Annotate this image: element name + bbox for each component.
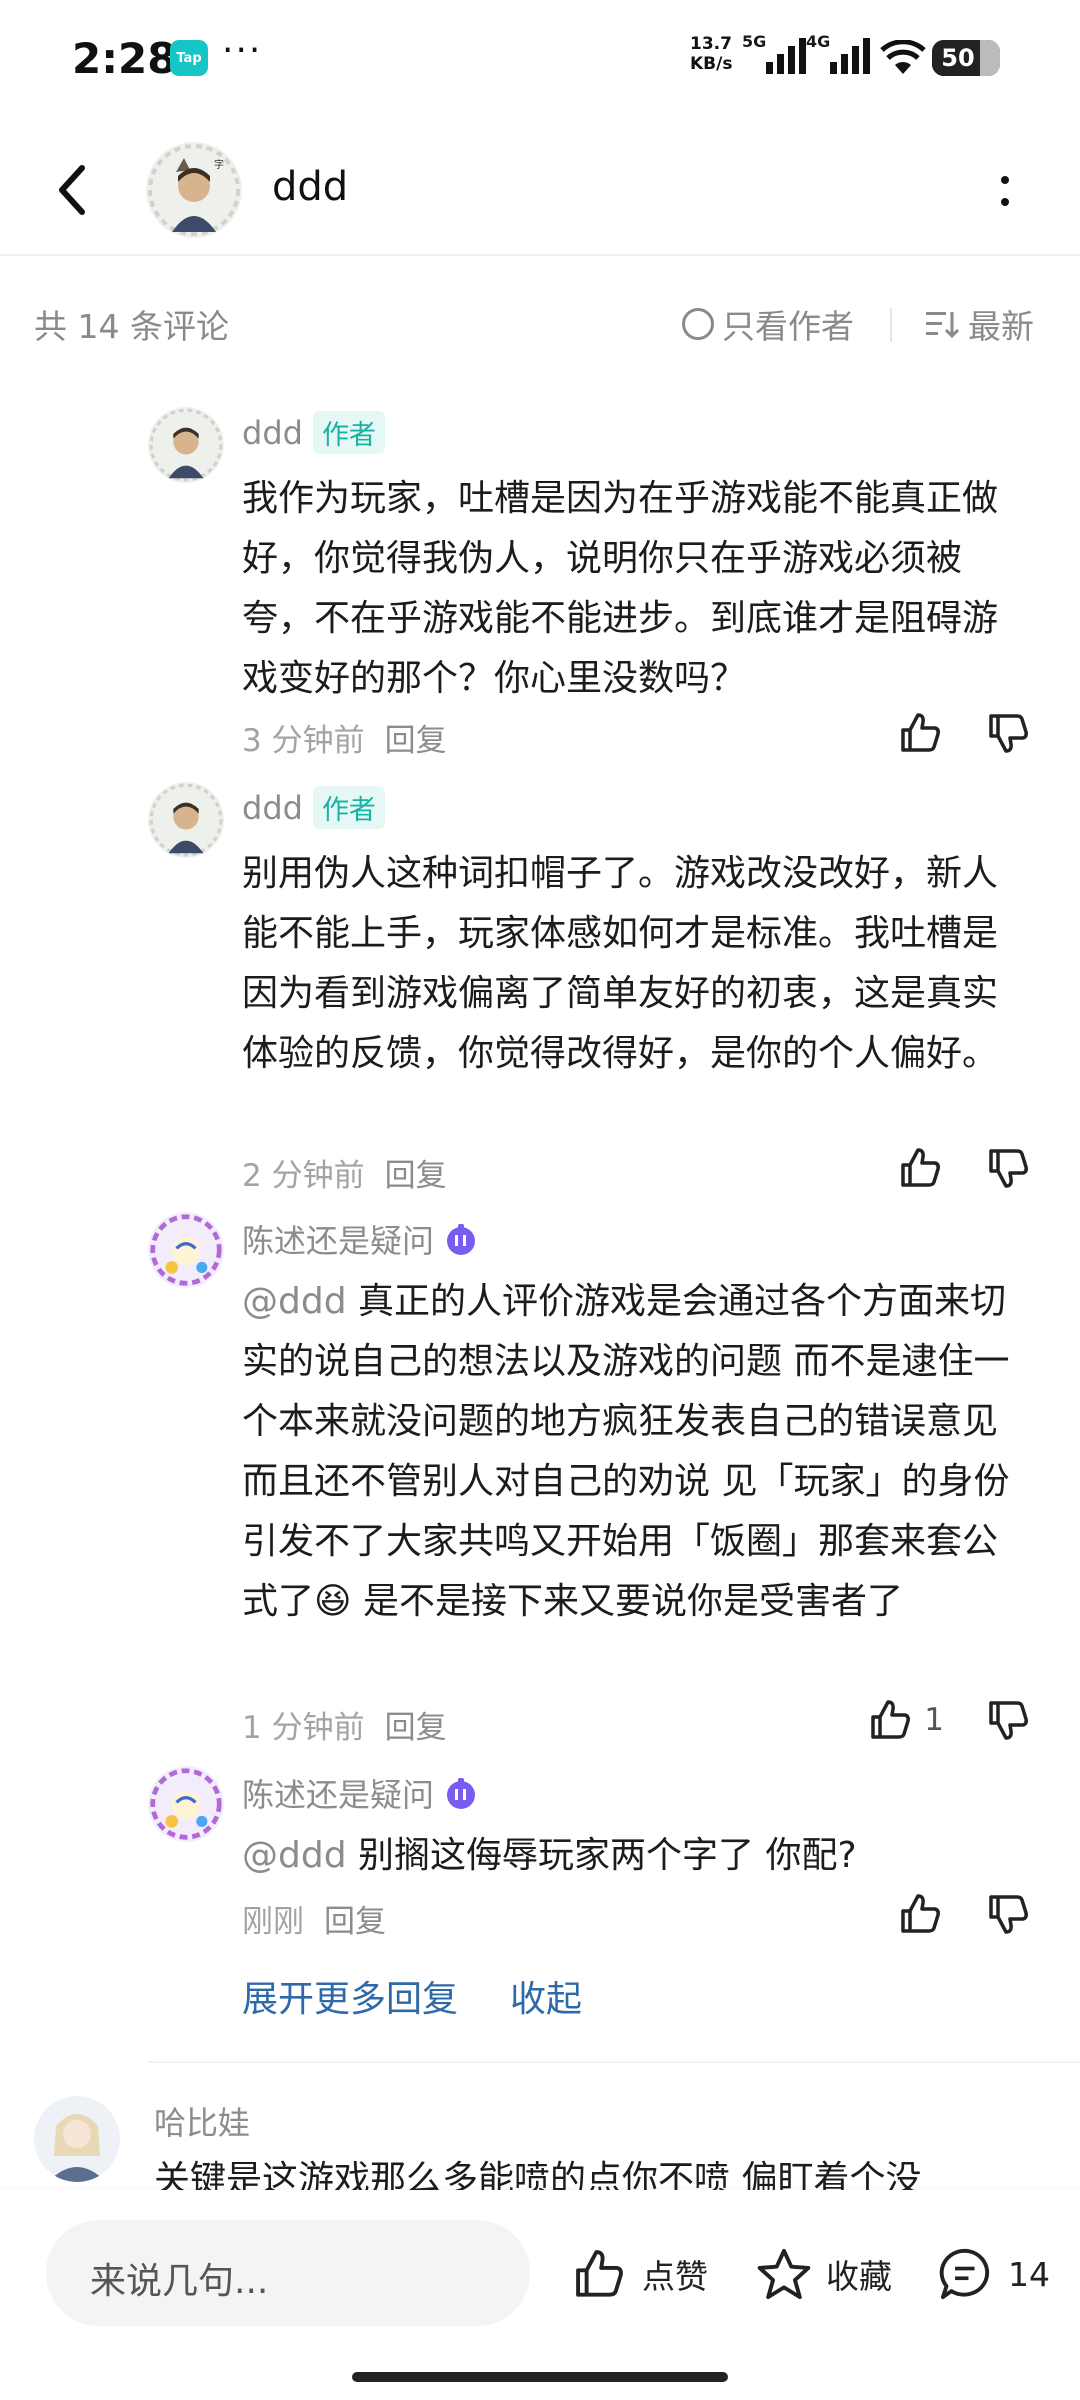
- comments-button[interactable]: 14: [936, 2246, 1050, 2302]
- reply-actions: [898, 1145, 1032, 1191]
- reply-text: @ddd 别搁这侮辱玩家两个字了 你配?: [242, 1826, 1032, 1886]
- comment-input-placeholder: 来说几句...: [90, 2261, 269, 2302]
- author-avatar[interactable]: 字: [146, 142, 242, 238]
- like-button[interactable]: 点赞: [570, 2246, 708, 2302]
- reply-text: @ddd 真正的人评价游戏是会通过各个方面来切实的说自己的想法以及游戏的问题 而…: [242, 1272, 1032, 1632]
- more-vertical-icon[interactable]: [990, 170, 1020, 214]
- only-author-toggle[interactable]: 只看作者: [682, 300, 854, 348]
- thumb-down-icon[interactable]: [986, 1697, 1032, 1743]
- thumb-up-icon[interactable]: [898, 1145, 944, 1191]
- only-author-label: 只看作者: [722, 307, 854, 346]
- avatar[interactable]: [148, 407, 224, 483]
- reply-meta: 刚刚 回复: [242, 1896, 386, 1941]
- header-title: ddd: [272, 164, 349, 210]
- reply-button[interactable]: 回复: [324, 1904, 386, 1940]
- back-arrow-icon[interactable]: [50, 160, 98, 220]
- level-badge-icon: [447, 1778, 476, 1809]
- reply-author-name: ddd: [242, 413, 303, 452]
- like-count: 1: [924, 1702, 944, 1738]
- sort-label: 最新: [968, 307, 1034, 346]
- like-label: 点赞: [642, 2257, 708, 2296]
- comment-toolbar: 共 14 条评论 只看作者 最新: [0, 280, 1080, 360]
- sort-button[interactable]: 最新: [924, 300, 1034, 348]
- reply-actions: [898, 710, 1032, 756]
- reply-author[interactable]: 陈述还是疑问: [242, 1770, 478, 1816]
- network-speed: 13.7 KB/s: [690, 34, 732, 74]
- reply-author-name: 陈述还是疑问: [242, 1222, 435, 1260]
- status-time: 2:28: [72, 34, 177, 83]
- bottom-action-bar: 来说几句... 点赞 收藏 14: [0, 2190, 1080, 2400]
- reply-time: 1 分钟前: [242, 1710, 365, 1746]
- reply-meta: 3 分钟前 回复: [242, 715, 447, 760]
- thumb-down-icon[interactable]: [986, 710, 1032, 756]
- home-indicator: [352, 2372, 728, 2382]
- thumb-down-icon[interactable]: [986, 1891, 1032, 1937]
- taptap-app-icon: Tap: [170, 40, 208, 76]
- reply-author[interactable]: 陈述还是疑问: [242, 1216, 478, 1262]
- divider: [148, 2061, 1080, 2063]
- comment-author-name[interactable]: 哈比娃: [154, 2098, 250, 2144]
- network-speed-value: 13.7: [690, 34, 732, 54]
- mention[interactable]: @ddd: [242, 1835, 347, 1876]
- avatar[interactable]: [34, 2096, 120, 2182]
- page-header: 字 ddd: [0, 130, 1080, 256]
- network-speed-unit: KB/s: [690, 54, 733, 74]
- collapse-replies-link[interactable]: 收起: [510, 1970, 582, 2022]
- author-tag: 作者: [312, 786, 385, 829]
- battery-level: 50: [941, 44, 975, 72]
- reply-time: 刚刚: [242, 1904, 304, 1940]
- reply-button[interactable]: 回复: [385, 1158, 447, 1194]
- svg-text:字: 字: [214, 158, 224, 171]
- comment-input[interactable]: 来说几句...: [46, 2220, 530, 2326]
- reply-time: 3 分钟前: [242, 723, 365, 759]
- comment-bubble-icon: [939, 2248, 990, 2300]
- reply-time: 2 分钟前: [242, 1158, 365, 1194]
- reply-actions: [898, 1891, 1032, 1937]
- reply-meta: 1 分钟前 回复: [242, 1702, 447, 1747]
- favorite-button[interactable]: 收藏: [754, 2246, 892, 2302]
- reply-text: 我作为玩家，吐槽是因为在乎游戏能不能真正做好，你觉得我伪人，说明你只在乎游戏必须…: [242, 478, 999, 699]
- reply-button[interactable]: 回复: [385, 723, 447, 759]
- reply-author[interactable]: ddd 作者: [242, 411, 385, 454]
- avatar[interactable]: [148, 1766, 224, 1842]
- reply-actions: 1: [868, 1697, 1032, 1743]
- thumb-up-icon[interactable]: [898, 710, 944, 756]
- reply-text: 别用伪人这种词扣帽子了。游戏改没改好，新人能不能上手，玩家体感如何才是标准。我吐…: [242, 853, 999, 1074]
- thumb-up-icon: [576, 2250, 623, 2297]
- sort-icon: [926, 312, 960, 339]
- reply-button[interactable]: 回复: [385, 1710, 447, 1746]
- circle-icon: [682, 308, 714, 340]
- thumb-up-icon[interactable]: [868, 1697, 914, 1743]
- reply-body: 真正的人评价游戏是会通过各个方面来切实的说自己的想法以及游戏的问题 而不是逮住一…: [242, 1281, 1010, 1622]
- divider: [890, 308, 892, 342]
- level-badge-icon: [447, 1224, 476, 1255]
- comment-count: 共 14 条评论: [34, 307, 229, 346]
- reply-meta: 2 分钟前 回复: [242, 1150, 447, 1195]
- reply-body: 别搁这侮辱玩家两个字了 你配?: [358, 1835, 857, 1876]
- author-tag: 作者: [312, 411, 385, 454]
- comment-count-badge: 14: [1008, 2254, 1050, 2294]
- reply-author-name: 陈述还是疑问: [242, 1776, 435, 1814]
- expand-more-replies-link[interactable]: 展开更多回复: [242, 1970, 458, 2022]
- avatar[interactable]: [148, 1212, 224, 1288]
- thumb-down-icon[interactable]: [986, 1145, 1032, 1191]
- avatar[interactable]: [148, 782, 224, 858]
- favorite-label: 收藏: [826, 2257, 892, 2296]
- more-notifications-icon: ···: [222, 30, 263, 71]
- mention[interactable]: @ddd: [242, 1281, 347, 1322]
- battery-icon: 50: [932, 40, 1000, 76]
- reply-author-name: ddd: [242, 788, 303, 827]
- comment-text: 关键是这游戏那么多能喷的点你不喷 偏盯着个没: [154, 2159, 922, 2190]
- star-icon: [757, 2248, 811, 2300]
- thumb-up-icon[interactable]: [898, 1891, 944, 1937]
- status-bar: 2:28 Tap ··· 13.7 KB/s 5G 4G 50: [0, 0, 1080, 120]
- reply-author[interactable]: ddd 作者: [242, 786, 385, 829]
- wifi-icon: [880, 40, 926, 74]
